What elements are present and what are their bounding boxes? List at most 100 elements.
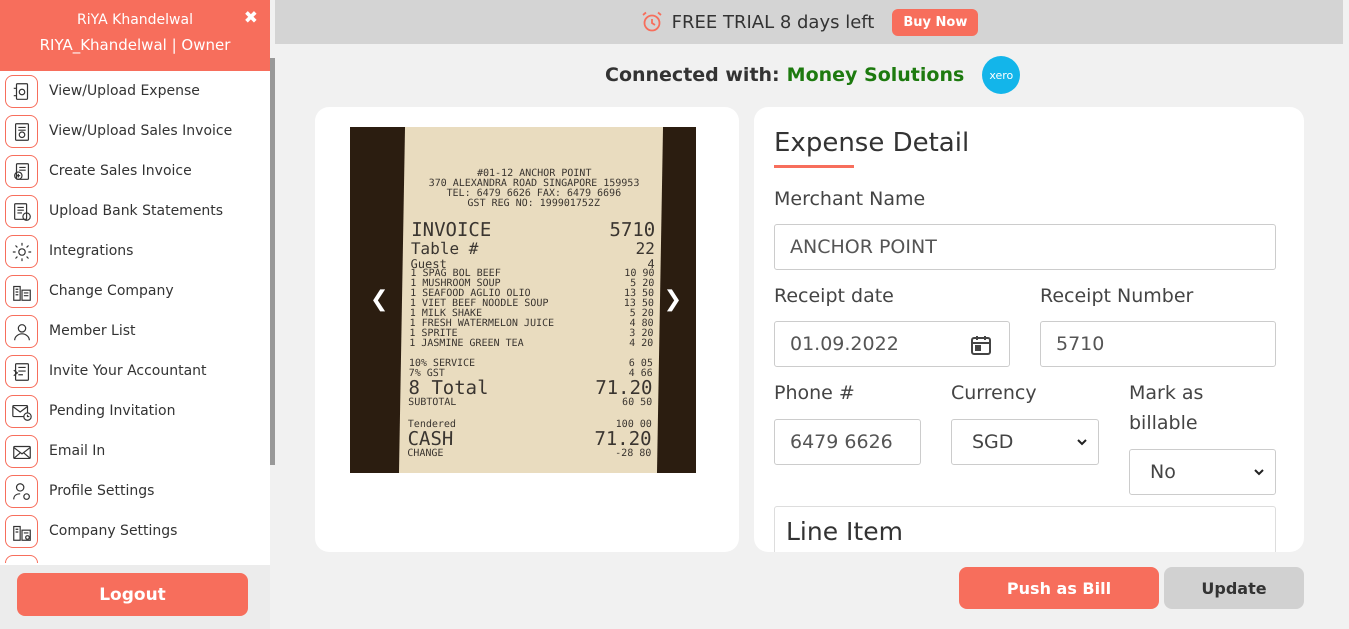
receipt-cash-row: CASH 71.20 — [407, 428, 652, 450]
sidebar-item-partial[interactable] — [0, 551, 265, 563]
line-item-title: Line Item — [786, 517, 903, 546]
alarm-clock-icon — [642, 11, 662, 32]
receipt-service-row: 10% SERVICE 6 05 — [409, 358, 653, 369]
sidebar-item-profile-settings[interactable]: Profile Settings — [0, 471, 265, 511]
receipt-date-input[interactable]: 01.09.2022 — [774, 321, 1010, 367]
receipt-text: 4 20 — [629, 338, 654, 349]
receipt-image: #01-12 ANCHOR POINT 370 ALEXANDRA ROAD S… — [350, 127, 696, 473]
receipt-total-row: 8 Total 71.20 — [408, 377, 653, 399]
receipt-text: Table # — [410, 239, 479, 258]
merchant-name-input[interactable]: ANCHOR POINT — [774, 224, 1276, 270]
sidebar-item-label: Company Settings — [49, 523, 178, 539]
sidebar-item-label: View/Upload Expense — [49, 83, 200, 99]
bank-statement-icon — [5, 195, 38, 228]
phone-input[interactable]: 6479 6626 — [774, 419, 921, 465]
receipt-text: 60 50 — [622, 397, 653, 408]
receipt-number-input[interactable]: 5710 — [1040, 321, 1276, 367]
calendar-icon[interactable] — [969, 333, 993, 357]
user-name: RiYA Khandelwal — [77, 12, 193, 28]
sidebar-item-label: View/Upload Sales Invoice — [49, 123, 233, 139]
connected-label: Connected with: — [605, 64, 780, 86]
receipt-text: -28 80 — [615, 448, 652, 459]
sidebar-menu: View/Upload Expense View/Upload Sales In… — [0, 71, 270, 563]
currency-label: Currency — [951, 382, 1037, 404]
receipt-text: 71.20 — [595, 377, 653, 399]
chevron-down-icon — [1077, 439, 1087, 446]
sidebar-item-integrations[interactable]: Integrations — [0, 231, 265, 271]
create-invoice-icon — [5, 155, 38, 188]
phone-label: Phone # — [774, 382, 855, 404]
carousel-prev-icon[interactable]: ❮ — [370, 287, 388, 312]
receipt-invoice-row: INVOICE 5710 — [411, 219, 656, 241]
carousel-next-icon[interactable]: ❯ — [664, 287, 682, 312]
line-item-section: Line Item — [774, 506, 1276, 552]
sidebar-item-member-list[interactable]: Member List — [0, 311, 265, 351]
sidebar-item-invite-accountant[interactable]: Invite Your Accountant — [0, 351, 265, 391]
user-role: RIYA_Khandelwal | Owner — [39, 36, 231, 54]
currency-value: SGD — [972, 431, 1014, 453]
sidebar-item-view-upload-sales-invoice[interactable]: View/Upload Sales Invoice — [0, 111, 265, 151]
receipt-text: 71.20 — [594, 428, 652, 450]
menu-item-icon — [5, 555, 38, 563]
invite-icon — [5, 355, 38, 388]
pending-mail-icon — [5, 395, 38, 428]
sidebar-item-create-sales-invoice[interactable]: Create Sales Invoice — [0, 151, 265, 191]
sidebar-item-label: Create Sales Invoice — [49, 163, 192, 179]
sales-invoice-icon — [5, 115, 38, 148]
receipt-subtotal-row: SUBTOTAL 60 50 — [408, 397, 653, 408]
sidebar-item-label: Pending Invitation — [49, 403, 176, 419]
expense-detail-card: Expense Detail Merchant Name ANCHOR POIN… — [754, 107, 1304, 552]
receipt-text: INVOICE — [411, 219, 492, 241]
billable-value: No — [1150, 461, 1176, 483]
receipt-text: CHANGE — [407, 448, 444, 459]
receipt-header-line: GST REG NO: 199901752Z — [467, 198, 600, 209]
sidebar-item-company-settings[interactable]: Company Settings — [0, 511, 265, 551]
sidebar: RiYA Khandelwal RIYA_Khandelwal | Owner … — [0, 0, 270, 629]
receipt-text: 8 Total — [408, 377, 489, 399]
xero-logo: xero — [982, 56, 1021, 94]
currency-select[interactable]: SGD — [951, 419, 1099, 465]
sidebar-item-label: Upload Bank Statements — [49, 203, 224, 219]
sidebar-item-label: Invite Your Accountant — [49, 363, 207, 379]
receipt-text: 5710 — [609, 219, 656, 241]
company-settings-icon — [5, 515, 38, 548]
sidebar-scrollbar[interactable] — [270, 58, 275, 465]
logout-area: Logout — [0, 565, 270, 629]
update-button[interactable]: Update — [1164, 567, 1304, 609]
sidebar-item-label: Integrations — [49, 243, 134, 259]
expense-upload-icon — [5, 75, 38, 108]
receipt-change-row: CHANGE -28 80 — [407, 448, 652, 459]
receipt-text: SUBTOTAL — [408, 397, 457, 408]
receipt-paper: #01-12 ANCHOR POINT 370 ALEXANDRA ROAD S… — [398, 127, 664, 473]
logout-button[interactable]: Logout — [17, 573, 248, 616]
sidebar-item-pending-invitation[interactable]: Pending Invitation — [0, 391, 265, 431]
sidebar-item-change-company[interactable]: Change Company — [0, 271, 265, 311]
push-as-bill-button[interactable]: Push as Bill — [959, 567, 1159, 609]
billable-select[interactable]: No — [1129, 449, 1276, 495]
connection-status: Connected with: Money Solutions xero — [605, 56, 1021, 94]
close-icon[interactable]: ✖ — [244, 8, 258, 28]
receipt-text: 1 JASMINE GREEN TEA — [409, 338, 524, 349]
expense-detail-title: Expense Detail — [774, 128, 970, 158]
receipt-table-row: Table # 22 — [410, 239, 656, 258]
sidebar-item-upload-bank-statements[interactable]: Upload Bank Statements — [0, 191, 265, 231]
user-settings-icon — [5, 475, 38, 508]
sidebar-item-label: Email In — [49, 443, 106, 459]
user-icon — [5, 315, 38, 348]
receipt-item-row: 1 JASMINE GREEN TEA 4 20 — [409, 338, 654, 349]
trial-banner: FREE TRIAL 8 days left Buy Now — [275, 0, 1343, 44]
envelope-icon — [5, 435, 38, 468]
sidebar-header: RiYA Khandelwal RIYA_Khandelwal | Owner … — [0, 0, 270, 71]
trial-text: FREE TRIAL 8 days left — [671, 11, 875, 33]
buildings-icon — [5, 275, 38, 308]
title-underline — [774, 165, 854, 168]
sidebar-item-email-in[interactable]: Email In — [0, 431, 265, 471]
buy-now-button[interactable]: Buy Now — [892, 8, 979, 36]
receipt-image-card: #01-12 ANCHOR POINT 370 ALEXANDRA ROAD S… — [315, 107, 739, 552]
receipt-number-label: Receipt Number — [1040, 285, 1194, 307]
receipt-text: 22 — [635, 239, 656, 258]
sidebar-item-label: Member List — [49, 323, 136, 339]
billable-label: Mark as billable — [1129, 382, 1204, 434]
chevron-down-icon — [1254, 469, 1264, 476]
sidebar-item-view-upload-expense[interactable]: View/Upload Expense — [0, 71, 265, 111]
